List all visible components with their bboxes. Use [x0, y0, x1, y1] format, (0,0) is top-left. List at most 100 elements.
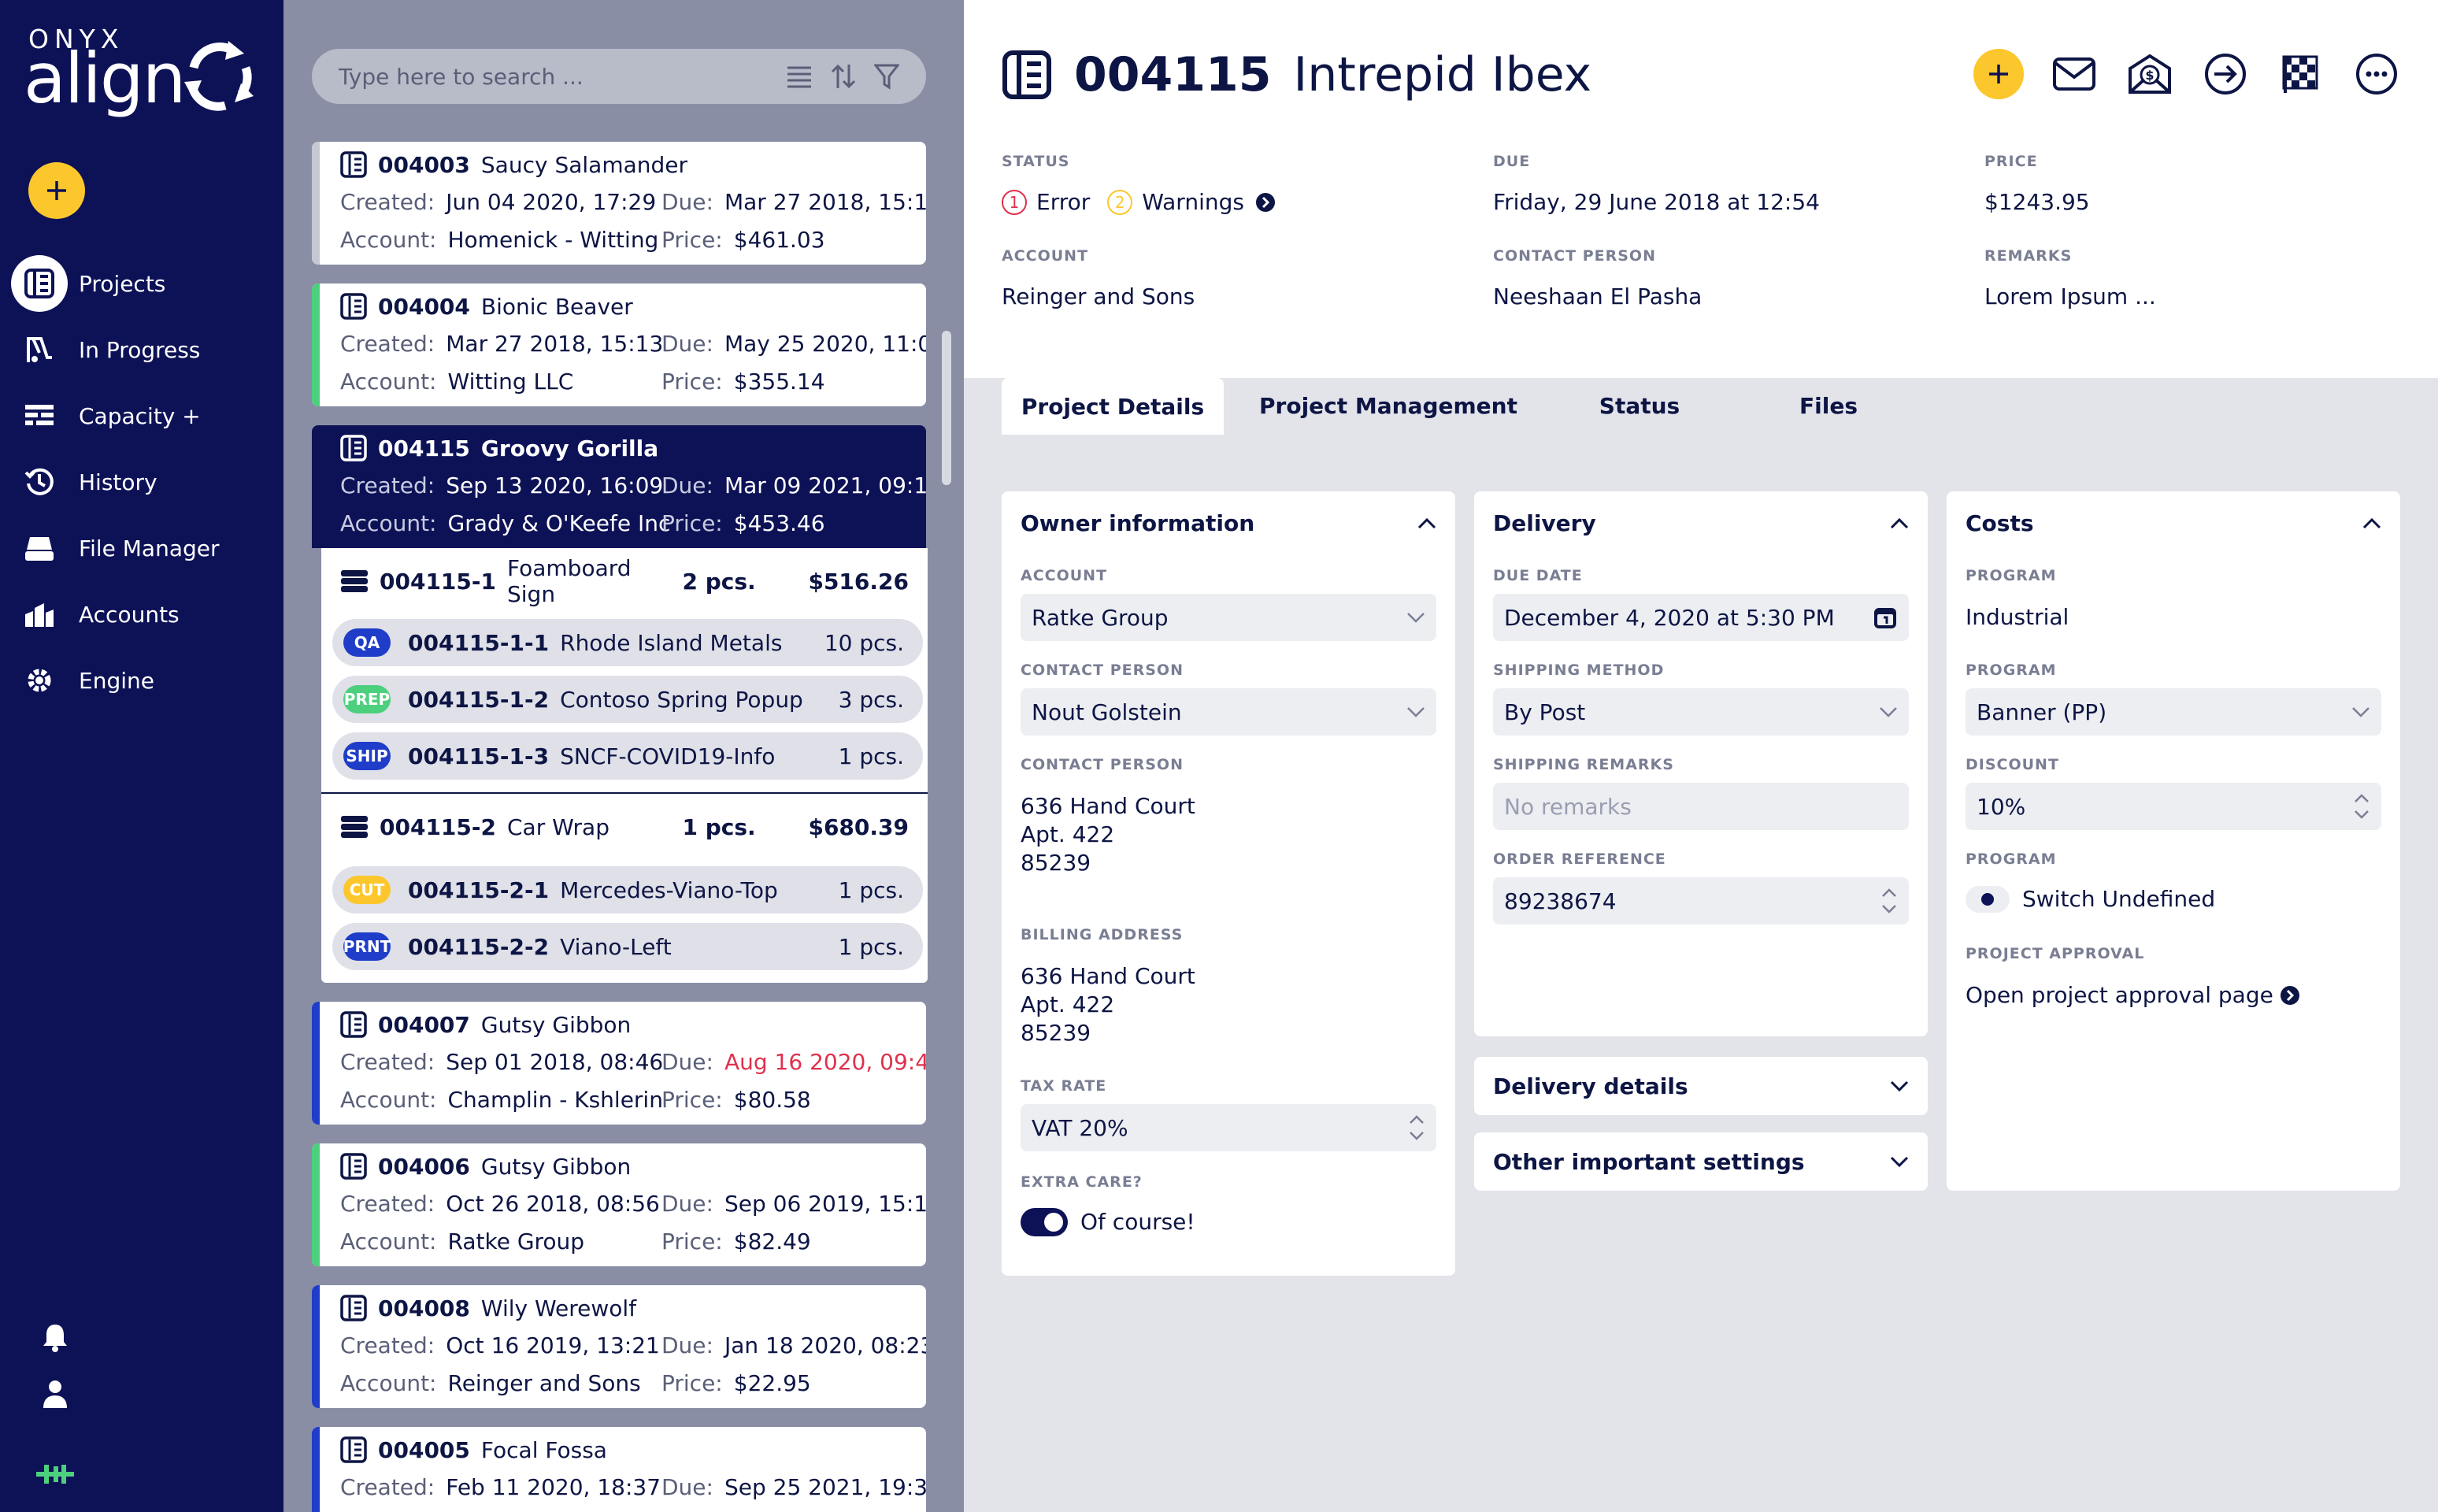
- job-row[interactable]: SHIP 004115-1-3 SNCF-COVID19-Info 1 pcs.: [332, 732, 923, 780]
- other-settings-panel[interactable]: Other important settings: [1474, 1132, 1928, 1191]
- panel-header[interactable]: Costs: [1966, 507, 2381, 539]
- undefined-switch[interactable]: [1966, 886, 2010, 913]
- tab-status[interactable]: Status: [1551, 378, 1728, 433]
- add-project-button[interactable]: [28, 162, 85, 219]
- sidebar-item-in-progress[interactable]: In Progress: [0, 317, 283, 383]
- created-label: Created:: [340, 1049, 435, 1075]
- job-row[interactable]: QA 004115-1-1 Rhode Island Metals 10 pcs…: [332, 619, 923, 666]
- filter-icon[interactable]: [874, 63, 899, 90]
- email-button[interactable]: [2049, 49, 2099, 99]
- chevron-down-icon: [2352, 707, 2369, 717]
- project-card[interactable]: 004005 Focal Fossa Created: Feb 11 2020, 1…: [312, 1427, 926, 1512]
- card-name: Focal Fossa: [480, 1436, 607, 1463]
- accounts-icon: [24, 598, 55, 630]
- delivery-details-panel[interactable]: Delivery details: [1474, 1057, 1928, 1115]
- chevron-down-icon: [1890, 1080, 1909, 1092]
- tab-project-management[interactable]: Project Management: [1244, 378, 1532, 433]
- project-title: 004115 Intrepid Ibex: [1002, 47, 1591, 102]
- field-label: CONTACT PERSON: [1021, 756, 1184, 773]
- shipping-method-select[interactable]: By Post: [1493, 688, 1909, 736]
- tab-files[interactable]: Files: [1740, 378, 1917, 433]
- panel-header[interactable]: Owner information: [1021, 507, 1436, 539]
- program-select[interactable]: Banner (PP): [1966, 688, 2381, 736]
- price-label: PRICE: [1984, 153, 2038, 170]
- project-card[interactable]: 004004 Bionic Beaver Created: Mar 27 2018,…: [312, 284, 926, 406]
- job-row[interactable]: PRNT 004115-2-2 Viano-Left 1 pcs.: [332, 923, 923, 970]
- due-date-picker[interactable]: December 4, 2020 at 5:30 PM: [1493, 594, 1909, 641]
- created-label: Created:: [340, 472, 435, 498]
- contact-person-select[interactable]: Nout Golstein: [1021, 688, 1436, 736]
- status-indicators[interactable]: 1 Error 2 Warnings: [1002, 189, 1276, 215]
- user-profile-icon[interactable]: [41, 1378, 69, 1410]
- job-number: 004115-2-2: [408, 933, 550, 960]
- panel-title: Delivery: [1493, 510, 1596, 536]
- search-input[interactable]: [339, 63, 786, 90]
- calendar-icon[interactable]: [1873, 605, 1898, 630]
- notifications-bell-icon[interactable]: [41, 1321, 69, 1353]
- created-label: Created:: [340, 189, 435, 215]
- card-created: Mar 27 2018, 15:13: [446, 331, 664, 357]
- due-label: DUE: [1493, 153, 1531, 170]
- stepper-arrows-icon[interactable]: [1408, 1110, 1425, 1145]
- project-card[interactable]: 004007 Gutsy Gibbon Created: Sep 01 2018, …: [312, 1002, 926, 1125]
- panel-header[interactable]: Other important settings: [1493, 1146, 1909, 1177]
- shipping-remarks-field[interactable]: No remarks: [1493, 783, 1909, 830]
- finish-button[interactable]: [2276, 49, 2326, 99]
- chevron-down-icon: [1890, 1156, 1909, 1168]
- quote-button[interactable]: $: [2125, 49, 2175, 99]
- job-row[interactable]: CUT 004115-2-1 Mercedes-Viano-Top 1 pcs.: [332, 866, 923, 914]
- job-row[interactable]: PREP 004115-1-2 Contoso Spring Popup 3 p…: [332, 676, 923, 723]
- project-card[interactable]: 004006 Gutsy Gibbon Created: Oct 26 2018, …: [312, 1143, 926, 1266]
- project-card-selected[interactable]: 004115 Groovy Gorilla Created: Sep 13 2020…: [312, 425, 926, 548]
- switch-row: Switch Undefined: [1966, 885, 2215, 914]
- sidebar-item-projects[interactable]: Projects: [0, 250, 283, 317]
- account-select[interactable]: Ratke Group: [1021, 594, 1436, 641]
- panel-header[interactable]: Delivery details: [1493, 1070, 1909, 1102]
- subitems-panel: 004115-1 Foamboard Sign 2 pcs. $516.26 Q…: [321, 548, 928, 983]
- sidebar-item-accounts[interactable]: Accounts: [0, 581, 283, 647]
- card-price: $453.46: [733, 510, 825, 536]
- warning-label: Warnings: [1142, 189, 1244, 215]
- order-reference-stepper[interactable]: 89238674: [1493, 877, 1909, 925]
- sidebar-item-label: Projects: [79, 270, 166, 297]
- project-icon: [340, 1153, 367, 1180]
- stepper-arrows-icon[interactable]: [1880, 884, 1898, 918]
- panel-title: Other important settings: [1493, 1148, 1805, 1175]
- project-card[interactable]: 004008 Wily Werewolf Created: Oct 16 2019,…: [312, 1285, 926, 1408]
- extra-care-toggle[interactable]: [1021, 1208, 1068, 1236]
- subitem-header[interactable]: 004115-1 Foamboard Sign 2 pcs. $516.26: [340, 555, 909, 607]
- stepper-arrows-icon[interactable]: [2353, 789, 2370, 824]
- list-view-icon[interactable]: [786, 65, 813, 88]
- card-number: 004004: [378, 293, 470, 320]
- discount-stepper[interactable]: 10%: [1966, 783, 2381, 830]
- field-label: TAX RATE: [1021, 1077, 1107, 1095]
- created-label: Created:: [340, 1474, 435, 1500]
- more-options-button[interactable]: [2351, 49, 2402, 99]
- project-card[interactable]: 004003 Saucy Salamander Created: Jun 04 20…: [312, 142, 926, 265]
- panel-title: Costs: [1966, 510, 2034, 536]
- error-count: 1: [1002, 189, 1027, 215]
- switch-label: Switch Undefined: [2022, 886, 2216, 912]
- subitem-header[interactable]: 004115-2 Car Wrap 1 pcs. $680.39: [340, 808, 909, 846]
- card-status-accent: [312, 1143, 320, 1266]
- add-button[interactable]: [1973, 49, 2024, 99]
- panel-header[interactable]: Delivery: [1493, 507, 1909, 539]
- project-icon: [340, 1436, 367, 1463]
- job-name: SNCF-COVID19-Info: [560, 743, 776, 769]
- sort-icon[interactable]: [830, 63, 857, 90]
- list-scrollbar[interactable]: [942, 331, 951, 485]
- due-label: Due:: [661, 1474, 713, 1500]
- price-label: Price:: [661, 1087, 723, 1113]
- tax-rate-stepper[interactable]: VAT 20%: [1021, 1104, 1436, 1151]
- approval-link[interactable]: Open project approval page: [1966, 981, 2300, 1010]
- job-status-badge: CUT: [343, 876, 391, 904]
- sidebar-item-capacity[interactable]: Capacity +: [0, 383, 283, 449]
- sidebar-item-engine[interactable]: Engine: [0, 647, 283, 713]
- forward-button[interactable]: [2200, 49, 2251, 99]
- sidebar-item-file-manager[interactable]: File Manager: [0, 515, 283, 581]
- tab-project-details[interactable]: Project Details: [1002, 378, 1224, 435]
- error-label: Error: [1036, 189, 1091, 215]
- card-account: Ratke Group: [447, 1228, 585, 1254]
- sidebar-item-history[interactable]: History: [0, 449, 283, 515]
- extra-care-value: Of course!: [1080, 1209, 1195, 1235]
